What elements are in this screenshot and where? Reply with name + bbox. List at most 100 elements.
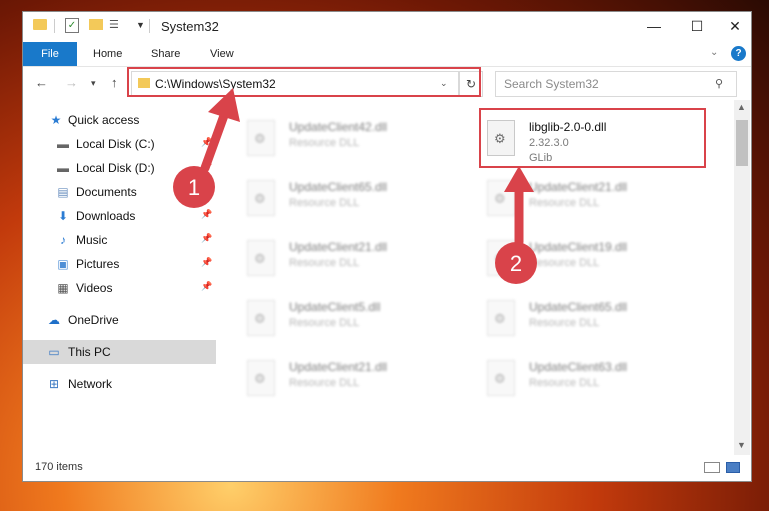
folder-icon[interactable]: [33, 19, 47, 30]
tab-file[interactable]: File: [23, 42, 77, 66]
close-button[interactable]: ✕: [720, 16, 750, 36]
cloud-icon: ☁: [48, 313, 60, 327]
sidebar-item-videos[interactable]: ▦ Videos 📌: [23, 276, 216, 300]
help-icon[interactable]: ?: [731, 46, 746, 61]
pin-icon[interactable]: 📌: [201, 257, 212, 268]
file-item[interactable]: ⚙ UpdateClient65.dll Resource DLL: [243, 174, 473, 230]
scroll-up-icon[interactable]: ▲: [737, 102, 746, 112]
sidebar-item-label: Network: [68, 377, 113, 391]
sidebar-item-local-disk-c[interactable]: ▬ Local Disk (C:) 📌: [23, 132, 216, 156]
pin-icon[interactable]: 📌: [201, 185, 212, 196]
drive-icon: ▬: [57, 137, 69, 151]
file-item[interactable]: ⚙ UpdateClient5.dll Resource DLL: [243, 294, 473, 350]
sidebar-item-this-pc[interactable]: ▭ This PC: [23, 340, 216, 364]
dll-file-icon: ⚙: [487, 300, 515, 336]
search-input[interactable]: Search System32: [504, 77, 599, 91]
sidebar-item-onedrive[interactable]: ☁ OneDrive: [23, 308, 216, 332]
sidebar-item-local-disk-d[interactable]: ▬ Local Disk (D:) 📌: [23, 156, 216, 180]
file-item[interactable]: ⚙ UpdateClient65.dll Resource DLL: [483, 294, 713, 350]
recent-locations-button[interactable]: ▾: [91, 78, 96, 89]
pictures-icon: ▣: [57, 257, 69, 271]
pin-icon[interactable]: 📌: [201, 233, 212, 244]
sidebar-item-downloads[interactable]: ⬇ Downloads 📌: [23, 204, 216, 228]
download-icon: ⬇: [57, 209, 69, 223]
music-icon: ♪: [60, 233, 66, 247]
pin-icon[interactable]: 📌: [201, 209, 212, 220]
pin-icon[interactable]: 📌: [201, 161, 212, 172]
computer-icon: ▭: [48, 345, 60, 359]
file-item-selected[interactable]: ⚙ libglib-2.0-0.dll 2.32.3.0 GLib: [483, 114, 713, 170]
scroll-down-icon[interactable]: ▼: [737, 440, 746, 450]
sidebar-item-music[interactable]: ♪ Music 📌: [23, 228, 216, 252]
dll-file-icon: ⚙: [247, 120, 275, 156]
details-view-icon[interactable]: [704, 462, 720, 473]
tab-home[interactable]: Home: [93, 42, 122, 66]
sidebar-item-pictures[interactable]: ▣ Pictures 📌: [23, 252, 216, 276]
up-button[interactable]: ↑: [111, 75, 118, 90]
dll-file-icon: ⚙: [247, 180, 275, 216]
file-name: UpdateClient65.dll: [529, 300, 628, 314]
expand-ribbon-icon[interactable]: ⌄: [710, 47, 718, 58]
file-name: UpdateClient42.dll: [289, 120, 388, 134]
file-type: Resource DLL: [289, 257, 360, 269]
forward-button[interactable]: →: [65, 75, 78, 90]
chevron-down-icon[interactable]: ▼: [136, 20, 145, 30]
file-type: Resource DLL: [289, 377, 360, 389]
sidebar-item-label: Local Disk (C:): [76, 137, 155, 151]
file-type: Resource DLL: [289, 197, 360, 209]
maximize-button[interactable]: ☐: [682, 16, 712, 36]
item-count: 170 items: [35, 461, 83, 473]
minimize-button[interactable]: —: [639, 16, 669, 36]
pin-icon[interactable]: 📌: [201, 281, 212, 292]
file-item[interactable]: ⚙ UpdateClient21.dll Resource DLL: [243, 354, 473, 410]
file-item[interactable]: ⚙ UpdateClient21.dll Resource DLL: [483, 174, 713, 230]
tab-share[interactable]: Share: [151, 42, 180, 66]
address-path[interactable]: C:\Windows\System32: [155, 77, 276, 91]
file-item[interactable]: ⚙ UpdateClient21.dll Resource DLL: [243, 234, 473, 290]
search-icon[interactable]: ⚲: [715, 77, 723, 90]
refresh-button[interactable]: ↻: [459, 71, 483, 97]
file-name: UpdateClient21.dll: [529, 180, 628, 194]
file-name: UpdateClient5.dll: [289, 300, 381, 314]
sidebar-item-documents[interactable]: ▤ Documents 📌: [23, 180, 216, 204]
properties-icon[interactable]: ✓: [65, 18, 79, 33]
sidebar-item-network[interactable]: ⊞ Network: [23, 372, 216, 396]
drive-icon: ▬: [57, 161, 69, 175]
chevron-down-icon[interactable]: ⌄: [440, 78, 448, 89]
dll-file-icon: ⚙: [247, 300, 275, 336]
sidebar-item-quick-access[interactable]: ★ Quick access: [23, 108, 216, 132]
file-explorer-window: ✓ ☰ ▼ System32 — ☐ ✕ File Home Share Vie…: [22, 11, 752, 482]
large-icons-view-icon[interactable]: [726, 462, 740, 473]
new-folder-icon[interactable]: [89, 19, 103, 30]
sidebar-item-label: Downloads: [76, 209, 136, 223]
dll-file-icon: ⚙: [487, 120, 515, 156]
file-type: Resource DLL: [529, 317, 600, 329]
sidebar-item-label: Videos: [76, 281, 113, 295]
star-icon: ★: [50, 113, 62, 127]
dll-file-icon: ⚙: [247, 360, 275, 396]
file-type: Resource DLL: [289, 317, 360, 329]
file-item[interactable]: ⚙ UpdateClient42.dll Resource DLL: [243, 114, 473, 170]
folder-icon: [138, 78, 150, 88]
file-name: libglib-2.0-0.dll: [529, 120, 607, 134]
file-name: UpdateClient21.dll: [289, 360, 388, 374]
file-name: UpdateClient63.dll: [529, 360, 628, 374]
file-item[interactable]: ⚙ UpdateClient19.dll Resource DLL: [483, 234, 713, 290]
pin-icon[interactable]: 📌: [201, 137, 212, 148]
search-box[interactable]: Search System32 ⚲: [495, 71, 737, 97]
title-bar: ✓ ☰ ▼ System32 — ☐ ✕: [23, 12, 751, 42]
tab-view[interactable]: View: [210, 42, 234, 66]
address-bar[interactable]: C:\Windows\System32 ⌄: [131, 71, 459, 97]
view-icon[interactable]: ☰: [109, 18, 121, 31]
divider: [54, 19, 55, 33]
status-bar: 170 items: [23, 455, 751, 481]
navigation-pane: ★ Quick access ▬ Local Disk (C:) 📌 ▬ Loc…: [23, 100, 216, 455]
scrollbar-thumb[interactable]: [736, 120, 748, 166]
file-item[interactable]: ⚙ UpdateClient63.dll Resource DLL: [483, 354, 713, 410]
file-type: Resource DLL: [529, 377, 600, 389]
file-type: Resource DLL: [289, 137, 360, 149]
dll-file-icon: ⚙: [487, 240, 515, 276]
vertical-scrollbar[interactable]: ▲ ▼: [734, 100, 750, 455]
back-button[interactable]: ←: [35, 75, 48, 90]
divider: [149, 19, 150, 33]
